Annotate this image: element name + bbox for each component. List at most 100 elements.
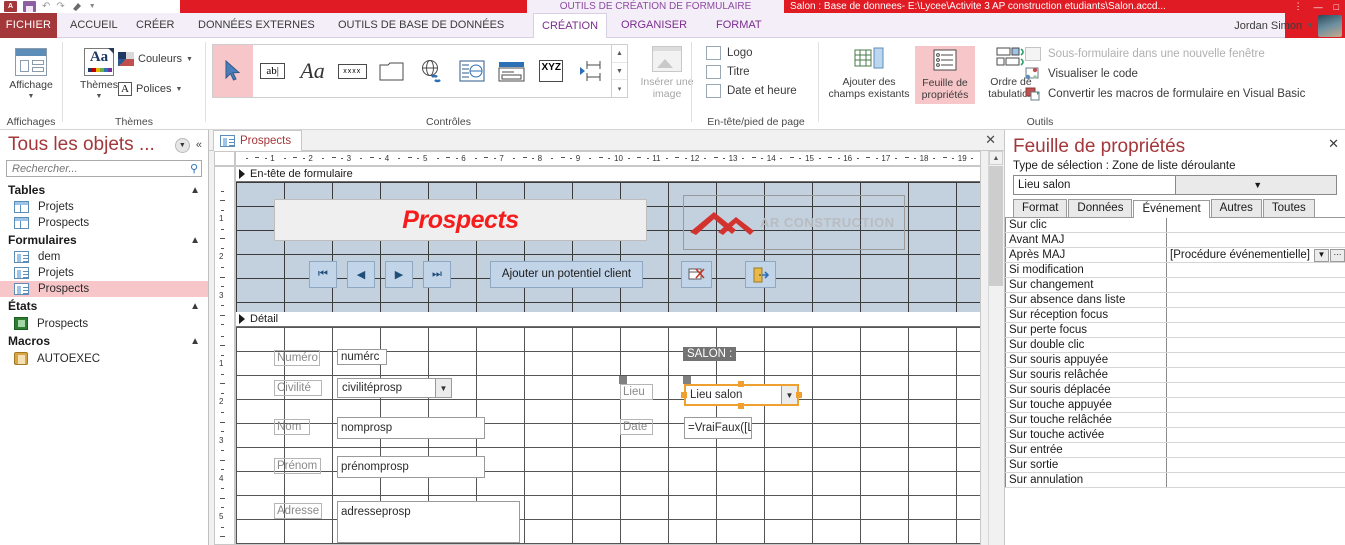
property-value-cell[interactable]	[1167, 443, 1345, 457]
collapse-navigation-pane-icon[interactable]: «	[196, 139, 202, 151]
section-bar-detail[interactable]: Détail	[236, 312, 980, 327]
convertir-macros-visual-basic-button[interactable]: Convertir les macros de formulaire en Vi…	[1025, 87, 1305, 101]
search-input[interactable]	[10, 161, 190, 176]
ribbon-display-options-icon[interactable]: ⋮	[1294, 1, 1303, 12]
save-icon[interactable]	[23, 1, 36, 12]
select-pointer-icon[interactable]	[213, 45, 253, 97]
web-browser-icon[interactable]	[452, 45, 492, 97]
sidebar-item-form-projets[interactable]: Projets	[0, 265, 208, 281]
first-record-button[interactable]: ⏮	[309, 261, 337, 288]
combobox-lieu-salon[interactable]: Lieu salon ▼	[686, 386, 797, 404]
textbox-numeroprosp[interactable]: numérc	[337, 349, 387, 365]
chevron-down-icon[interactable]: ▼	[435, 379, 451, 397]
selected-object-combobox[interactable]: Lieu salon ▼	[1013, 175, 1337, 195]
chevron-down-icon[interactable]: ▼	[1314, 248, 1329, 262]
property-row[interactable]: Sur changement	[1005, 278, 1345, 293]
property-rows-list[interactable]: Sur clic Avant MAJ Après MAJ [Procédure évé…	[1005, 218, 1345, 488]
navigation-search-box[interactable]: ⚲	[6, 160, 202, 177]
tab-toutes[interactable]: Toutes	[1262, 199, 1315, 217]
gallery-scroll-up-icon[interactable]: ▲	[612, 45, 627, 63]
chevron-up-icon[interactable]: ▲	[190, 185, 200, 196]
resize-handle-bottom[interactable]	[738, 403, 744, 409]
property-row[interactable]: Sur souris relâchée	[1005, 368, 1345, 383]
undo-icon[interactable]: ↶	[42, 0, 50, 13]
property-value-cell[interactable]	[1167, 398, 1345, 412]
chevron-down-icon[interactable]: ▼	[1306, 21, 1314, 30]
property-value-cell[interactable]	[1167, 428, 1345, 442]
tab-donnees[interactable]: Données	[1068, 199, 1133, 217]
resize-handle-right[interactable]	[796, 392, 802, 398]
avatar[interactable]	[1318, 14, 1342, 37]
property-value-cell[interactable]: [Procédure événementielle] ▼ ⋯	[1167, 248, 1345, 262]
property-row[interactable]: Sur absence dans liste	[1005, 293, 1345, 308]
property-value-cell[interactable]	[1167, 263, 1345, 277]
sidebar-item-form-dem[interactable]: dem	[0, 249, 208, 265]
combobox-civiliteprosp[interactable]: civilitéprosp ▼	[337, 378, 452, 398]
nav-group-formulaires[interactable]: Formulaires ▲	[0, 231, 208, 249]
nav-group-etats[interactable]: États ▲	[0, 297, 208, 315]
scroll-up-icon[interactable]: ▲	[989, 151, 1003, 165]
chevron-up-icon[interactable]: ▲	[190, 301, 200, 312]
property-value-cell[interactable]	[1167, 323, 1345, 337]
chevron-down-icon[interactable]: ▼	[1174, 176, 1336, 194]
sidebar-item-table-prospects[interactable]: Prospects	[0, 215, 208, 231]
page-break-icon[interactable]	[571, 45, 611, 97]
builder-ellipsis-icon[interactable]: ⋯	[1330, 248, 1345, 262]
button-icon[interactable]: xxxx	[332, 45, 372, 97]
chevron-down-icon[interactable]: ▼	[96, 91, 103, 103]
label-prenom[interactable]: Prénom	[274, 458, 321, 474]
text-box-icon[interactable]: ab|	[253, 45, 293, 97]
property-row[interactable]: Sur touche relâchée	[1005, 413, 1345, 428]
sidebar-item-macro-autoexec[interactable]: AUTOEXEC	[0, 350, 208, 367]
label-nom[interactable]: Nom	[274, 419, 310, 435]
window-controls[interactable]: ⋮ — □	[1294, 0, 1343, 13]
property-value-cell[interactable]	[1167, 278, 1345, 292]
vertical-ruler[interactable]: 1 2 3 1 2 3 4 5	[214, 166, 235, 545]
affichage-button[interactable]: Affichage ▼	[9, 48, 53, 103]
titre-button[interactable]: Titre	[706, 65, 797, 79]
label-lieu[interactable]: Lieu	[620, 384, 653, 400]
property-value-cell[interactable]	[1167, 458, 1345, 472]
property-value-cell[interactable]	[1167, 413, 1345, 427]
add-prospect-button[interactable]: Ajouter un potentiel client	[490, 261, 643, 288]
label-icon[interactable]: Aa	[293, 45, 333, 97]
next-record-button[interactable]: ▶	[385, 261, 413, 288]
navigation-icon[interactable]	[492, 45, 532, 97]
form-title-control[interactable]: Prospects	[274, 199, 647, 241]
property-value-cell[interactable]	[1167, 218, 1345, 232]
navigation-pane-menu-icon[interactable]: ▼	[174, 137, 190, 153]
label-civilite[interactable]: Civilité	[274, 380, 322, 396]
textbox-prenomprosp[interactable]: prénomprosp	[337, 456, 485, 478]
vertical-scrollbar[interactable]: ▲	[988, 151, 1003, 545]
redo-icon[interactable]: ↷	[56, 0, 64, 13]
resize-handle-top[interactable]	[738, 381, 744, 387]
sidebar-item-form-prospects[interactable]: Prospects	[0, 281, 208, 297]
label-adresse[interactable]: Adresse	[274, 503, 322, 519]
form-design-canvas[interactable]: En-tête de formulaire Prospects AR CONST…	[235, 166, 981, 545]
user-account-area[interactable]: Jordan Simon ▼	[1234, 13, 1345, 38]
textbox-nomprosp[interactable]: nomprosp	[337, 417, 485, 439]
tab-fichier[interactable]: FICHIER	[0, 13, 57, 38]
gallery-scroll-buttons[interactable]: ▲ ▼ ▾	[612, 44, 628, 98]
exit-form-button[interactable]	[745, 261, 776, 288]
property-row[interactable]: Sur touche activée	[1005, 428, 1345, 443]
tab-creer[interactable]: CRÉER	[128, 13, 183, 38]
property-row[interactable]: Sur souris déplacée	[1005, 383, 1345, 398]
previous-record-button[interactable]: ◀	[347, 261, 375, 288]
property-row[interactable]: Sur double clic	[1005, 338, 1345, 353]
move-handle-lieu-label[interactable]	[619, 376, 627, 384]
property-row[interactable]: Sur souris appuyée	[1005, 353, 1345, 368]
tab-accueil[interactable]: ACCUEIL	[62, 13, 126, 38]
feuille-de-proprietes-button[interactable]: Feuille de propriétés	[915, 46, 975, 104]
minimize-icon[interactable]: —	[1314, 2, 1323, 12]
delete-record-button[interactable]	[681, 261, 712, 288]
quick-access-toolbar[interactable]: A ↶ ↷ ▼	[0, 0, 180, 13]
tab-format[interactable]: Format	[1013, 199, 1068, 217]
couleurs-button[interactable]: Couleurs ▼	[118, 52, 193, 66]
hyperlink-icon[interactable]	[412, 45, 452, 97]
property-row[interactable]: Sur réception focus	[1005, 308, 1345, 323]
close-icon[interactable]: ✕	[985, 132, 996, 148]
property-row[interactable]: Après MAJ [Procédure événementielle] ▼ ⋯	[1005, 248, 1345, 263]
property-row[interactable]: Sur clic	[1005, 218, 1345, 233]
nav-group-macros[interactable]: Macros ▲	[0, 332, 208, 350]
